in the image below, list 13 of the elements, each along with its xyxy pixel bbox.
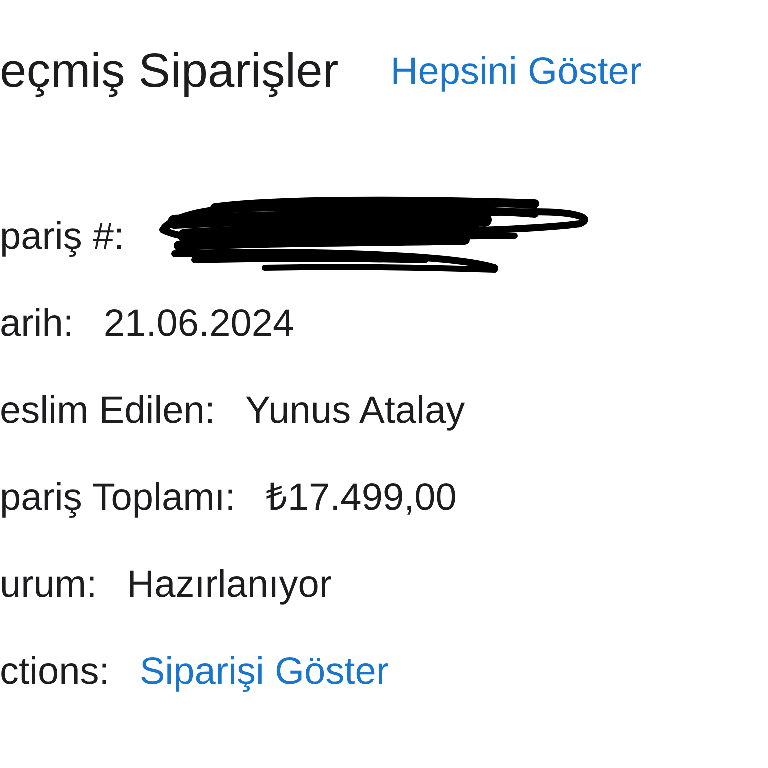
page-title: eçmiş Siparişler [0,48,339,96]
field-label: ctions: [0,652,110,690]
field-value: Hazırlanıyor [127,566,332,604]
show-all-link[interactable]: Hepsini Göster [390,53,642,91]
field-value: 21.06.2024 [104,304,294,342]
field-label: arih: [0,304,74,342]
field-value: Yunus Atalay [245,392,466,430]
field-label: eslim Edilen: [0,392,216,430]
field-value: ₺17.499,00 [266,478,457,516]
field-label: urum: [0,566,98,604]
show-order-link[interactable]: Siparişi Göster [140,652,390,690]
field-label: pariş Toplamı: [0,478,236,516]
field-label: pariş #: [0,218,125,256]
